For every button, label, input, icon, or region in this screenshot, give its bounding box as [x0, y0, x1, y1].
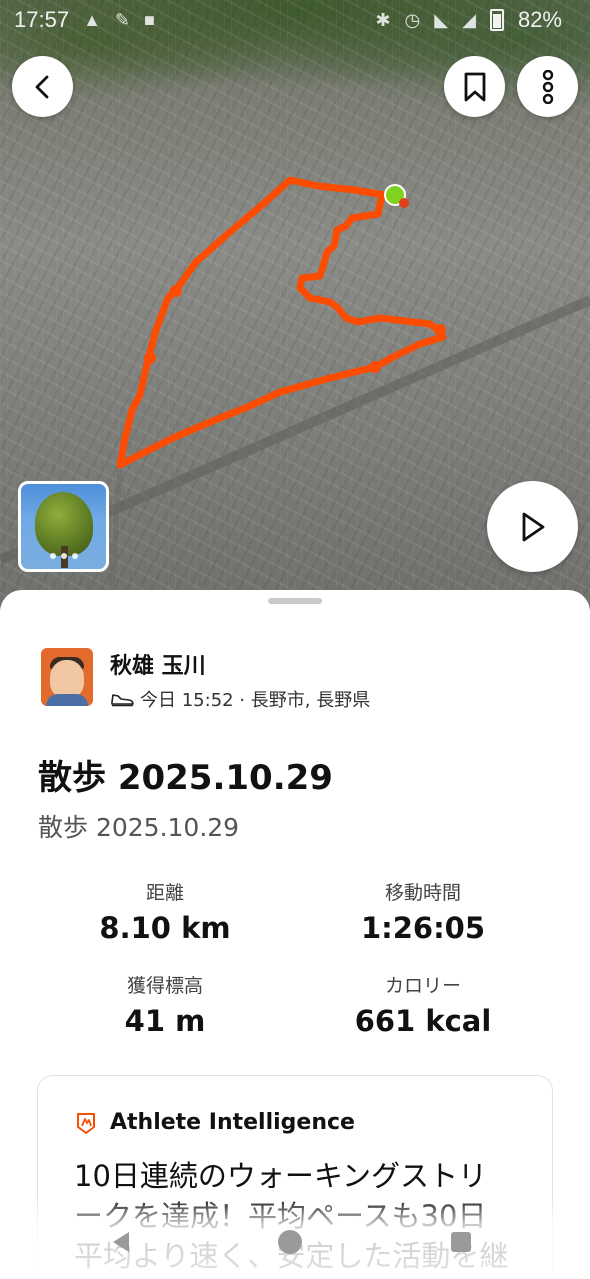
notification-icon: ✎ [114, 9, 130, 30]
bluetooth-icon: ✱ [375, 9, 391, 30]
bookmark-button[interactable] [444, 56, 505, 117]
pager-dot [71, 553, 78, 559]
shoe-icon [111, 694, 134, 707]
photo-pager-dots [21, 553, 106, 559]
nav-back-button[interactable] [102, 1222, 142, 1262]
split-marker [170, 285, 182, 297]
split-marker [369, 361, 381, 373]
stat-moving-time: 移動時間 1:26:05 [303, 878, 543, 945]
app-notification-icon: ■ [143, 9, 155, 30]
play-icon [522, 512, 544, 541]
stat-distance: 距離 8.10 km [45, 878, 285, 945]
nav-recent-apps-button[interactable] [441, 1222, 481, 1262]
nav-home-icon [278, 1230, 302, 1254]
stat-calories: カロリー 661 kcal [303, 971, 543, 1038]
activity-description: 散歩 2025.10.29 [38, 813, 240, 842]
more-vertical-icon [542, 69, 553, 104]
activity-title: 散歩 2025.10.29 [38, 758, 333, 798]
activity-detail-sheet: 秋雄 玉川 今日 15:52 · 長野市, 長野県 散歩 2025.10.29 … [0, 590, 590, 1279]
stat-value: 1:26:05 [360, 911, 486, 945]
system-navigation-bar [0, 1222, 590, 1262]
chevron-left-icon [35, 75, 48, 98]
photo-thumbnail[interactable] [18, 481, 109, 572]
stat-value: 41 m [124, 1004, 206, 1038]
back-button[interactable] [12, 56, 73, 117]
signal-icon: ◢ [462, 9, 476, 30]
route-map[interactable]: 17:57 ▲ ✎ ■ ✱ ◷ ◣ ◢ 82% [0, 0, 590, 610]
stat-label: 距離 [145, 882, 184, 904]
nav-recent-icon [451, 1232, 471, 1252]
activity-time-location: 今日 15:52 · 長野市, 長野県 [140, 690, 371, 711]
split-marker [144, 352, 156, 364]
athlete-intelligence-icon [77, 1112, 95, 1134]
alarm-icon: ◷ [404, 9, 421, 30]
stat-value: 8.10 km [99, 911, 231, 945]
sheet-grabber[interactable] [268, 598, 322, 604]
status-time: 17:57 [14, 7, 70, 32]
stat-label: カロリー [384, 975, 461, 997]
activity-route [116, 176, 447, 469]
stat-value: 661 kcal [354, 1004, 492, 1038]
warning-icon: ▲ [83, 9, 101, 30]
activity-meta: 今日 15:52 · 長野市, 長野県 [110, 686, 370, 712]
split-marker [434, 324, 446, 336]
ai-card-header: Athlete Intelligence [74, 1110, 355, 1135]
wifi-off-icon: ◣ [434, 9, 449, 30]
road [107, 469, 123, 610]
avatar[interactable] [41, 648, 93, 706]
stat-elevation-gain: 獲得標高 41 m [45, 971, 285, 1038]
pager-dot [60, 553, 67, 559]
status-bar: 17:57 ▲ ✎ ■ ✱ ◷ ◣ ◢ 82% [0, 0, 590, 40]
play-flyover-button[interactable] [487, 481, 578, 572]
ai-card-title: Athlete Intelligence [110, 1110, 355, 1135]
battery-level: 82% [517, 7, 562, 32]
nav-back-icon [113, 1232, 129, 1252]
stat-label: 移動時間 [384, 882, 461, 904]
more-options-button[interactable] [517, 56, 578, 117]
bookmark-icon [464, 72, 485, 101]
avatar-face [50, 660, 84, 698]
end-marker [399, 198, 409, 208]
pager-dot [49, 553, 56, 559]
battery-icon [489, 9, 504, 31]
stat-label: 獲得標高 [126, 975, 203, 997]
athlete-name[interactable]: 秋雄 玉川 [110, 648, 206, 680]
avatar-shirt [46, 694, 88, 706]
nav-home-button[interactable] [270, 1222, 310, 1262]
